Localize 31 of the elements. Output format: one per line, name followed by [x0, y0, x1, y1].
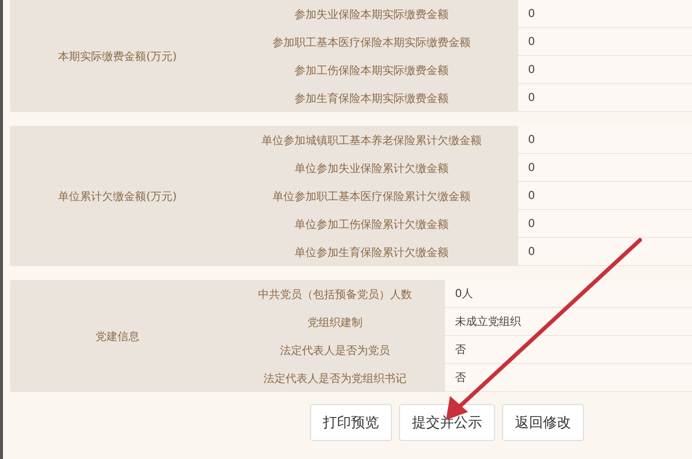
field-value: 未成立党组织 — [445, 308, 692, 336]
field-label: 单位参加城镇职工基本养老保险累计欠缴金额 — [225, 126, 518, 154]
field-label: 法定代表人是否为党员 — [225, 336, 445, 364]
field-label: 单位参加工伤保险累计欠缴金额 — [225, 210, 518, 238]
field-value: 0 — [518, 0, 692, 28]
field-label: 中共党员（包括预备党员）人数 — [225, 280, 445, 308]
group-label: 单位累计欠缴金额(万元) — [10, 126, 225, 266]
field-label: 法定代表人是否为党组织书记 — [225, 364, 445, 392]
field-label: 单位参加失业保险累计欠缴金额 — [225, 154, 518, 182]
field-value: 0 — [518, 210, 692, 238]
field-value: 0 — [518, 84, 692, 112]
field-label: 党组织建制 — [225, 308, 445, 336]
field-label: 单位参加生育保险累计欠缴金额 — [225, 238, 518, 266]
field-value: 否 — [445, 364, 692, 392]
field-value: 0 — [518, 28, 692, 56]
field-value: 0 — [518, 182, 692, 210]
field-value: 0 — [518, 238, 692, 266]
field-value: 否 — [445, 336, 692, 364]
field-value: 0人 — [445, 280, 692, 308]
group-label: 本期实际缴费金额(万元) — [10, 0, 225, 112]
field-label: 参加工伤保险本期实际缴费金额 — [225, 56, 518, 84]
field-label: 参加失业保险本期实际缴费金额 — [225, 0, 518, 28]
field-label: 参加职工基本医疗保险本期实际缴费金额 — [225, 28, 518, 56]
action-button[interactable]: 返回修改 — [502, 404, 584, 441]
action-button[interactable]: 打印预览 — [310, 404, 392, 441]
field-value: 0 — [518, 126, 692, 154]
field-label: 单位参加职工基本医疗保险累计欠缴金额 — [225, 182, 518, 210]
group-label: 党建信息 — [10, 280, 225, 392]
field-value: 0 — [518, 56, 692, 84]
field-label: 参加生育保险本期实际缴费金额 — [225, 84, 518, 112]
field-value: 0 — [518, 154, 692, 182]
